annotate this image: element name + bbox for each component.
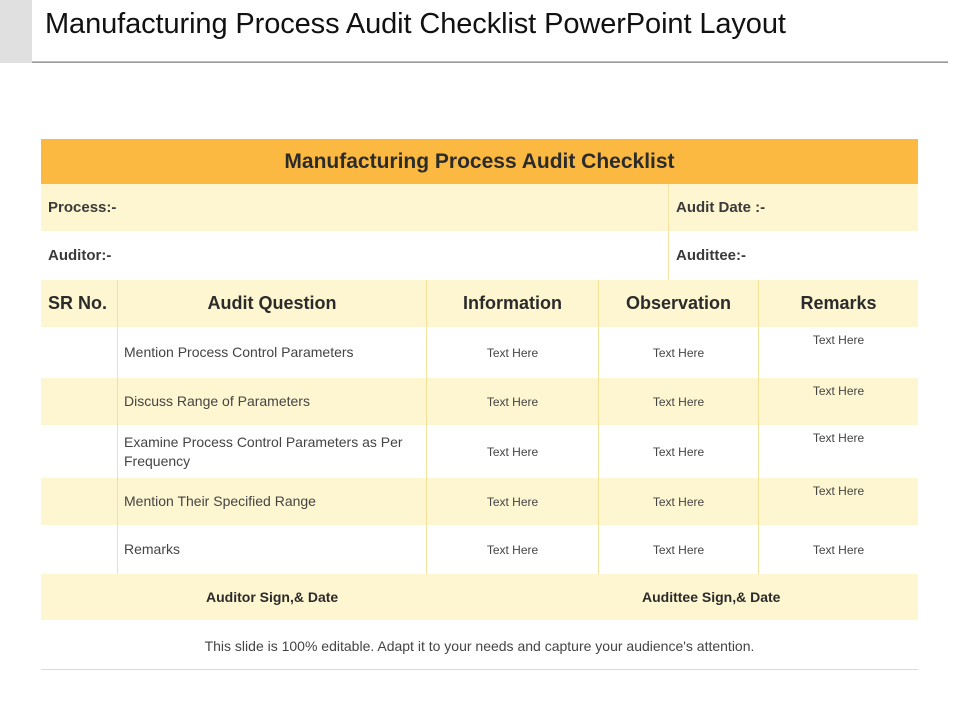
checklist-banner: Manufacturing Process Audit Checklist	[41, 139, 918, 184]
column-header-observation: Observation	[599, 280, 759, 327]
remarks-cell: Text Here	[812, 484, 865, 498]
information-cell: Text Here	[427, 525, 599, 574]
observation-cell: Text Here	[599, 525, 759, 574]
auditor-field: Auditor:-	[41, 231, 669, 280]
information-cell: Text Here	[427, 378, 599, 425]
signature-row: Auditor Sign,& Date Audittee Sign,& Date	[41, 574, 918, 620]
sr-cell	[41, 425, 118, 478]
slide-title: Manufacturing Process Audit Checklist Po…	[45, 8, 786, 40]
information-cell: Text Here	[427, 327, 599, 378]
column-header-information: Information	[427, 280, 599, 327]
editable-note: This slide is 100% editable. Adapt it to…	[204, 638, 755, 654]
remarks-cell: Text Here	[812, 384, 865, 398]
auditee-signature-label: Audittee Sign,& Date	[642, 589, 781, 605]
observation-cell: Text Here	[599, 425, 759, 478]
observation-cell: Text Here	[599, 478, 759, 525]
question-cell: Discuss Range of Parameters	[118, 378, 427, 425]
observation-cell: Text Here	[599, 378, 759, 425]
audit-date-field: Audit Date :-	[676, 199, 766, 216]
auditee-field: Audittee:-	[676, 247, 746, 264]
column-header-sr-no: SR No.	[41, 280, 118, 327]
column-header-row: SR No. Audit Question Information Observ…	[41, 280, 918, 327]
sr-cell	[41, 525, 118, 574]
question-cell: Mention Process Control Parameters	[118, 327, 427, 378]
table-row: Discuss Range of Parameters Text Here Te…	[41, 378, 918, 425]
sr-cell	[41, 478, 118, 525]
column-header-audit-question: Audit Question	[118, 280, 427, 327]
title-divider	[32, 61, 948, 63]
remarks-cell: Text Here	[812, 542, 865, 557]
meta-row-auditor: Auditor:- Audittee:-	[41, 231, 918, 280]
audit-checklist-table: Manufacturing Process Audit Checklist Pr…	[41, 139, 918, 620]
column-header-remarks: Remarks	[800, 293, 877, 313]
table-row: Remarks Text Here Text Here Text Here	[41, 525, 918, 574]
question-cell: Remarks	[118, 525, 427, 574]
information-cell: Text Here	[427, 478, 599, 525]
bottom-divider	[41, 669, 918, 670]
process-field: Process:-	[41, 184, 669, 231]
question-cell: Examine Process Control Parameters as Pe…	[118, 425, 427, 478]
table-row: Examine Process Control Parameters as Pe…	[41, 425, 918, 478]
meta-row-process: Process:- Audit Date :-	[41, 184, 918, 231]
sr-cell	[41, 378, 118, 425]
remarks-cell: Text Here	[812, 431, 865, 445]
table-row: Mention Their Specified Range Text Here …	[41, 478, 918, 525]
auditor-signature-label: Auditor Sign,& Date	[206, 589, 339, 605]
sr-cell	[41, 327, 118, 378]
information-cell: Text Here	[427, 425, 599, 478]
question-cell: Mention Their Specified Range	[118, 478, 427, 525]
observation-cell: Text Here	[599, 327, 759, 378]
slide-corner-tab	[0, 0, 32, 63]
remarks-cell: Text Here	[812, 333, 865, 347]
table-row: Mention Process Control Parameters Text …	[41, 327, 918, 378]
